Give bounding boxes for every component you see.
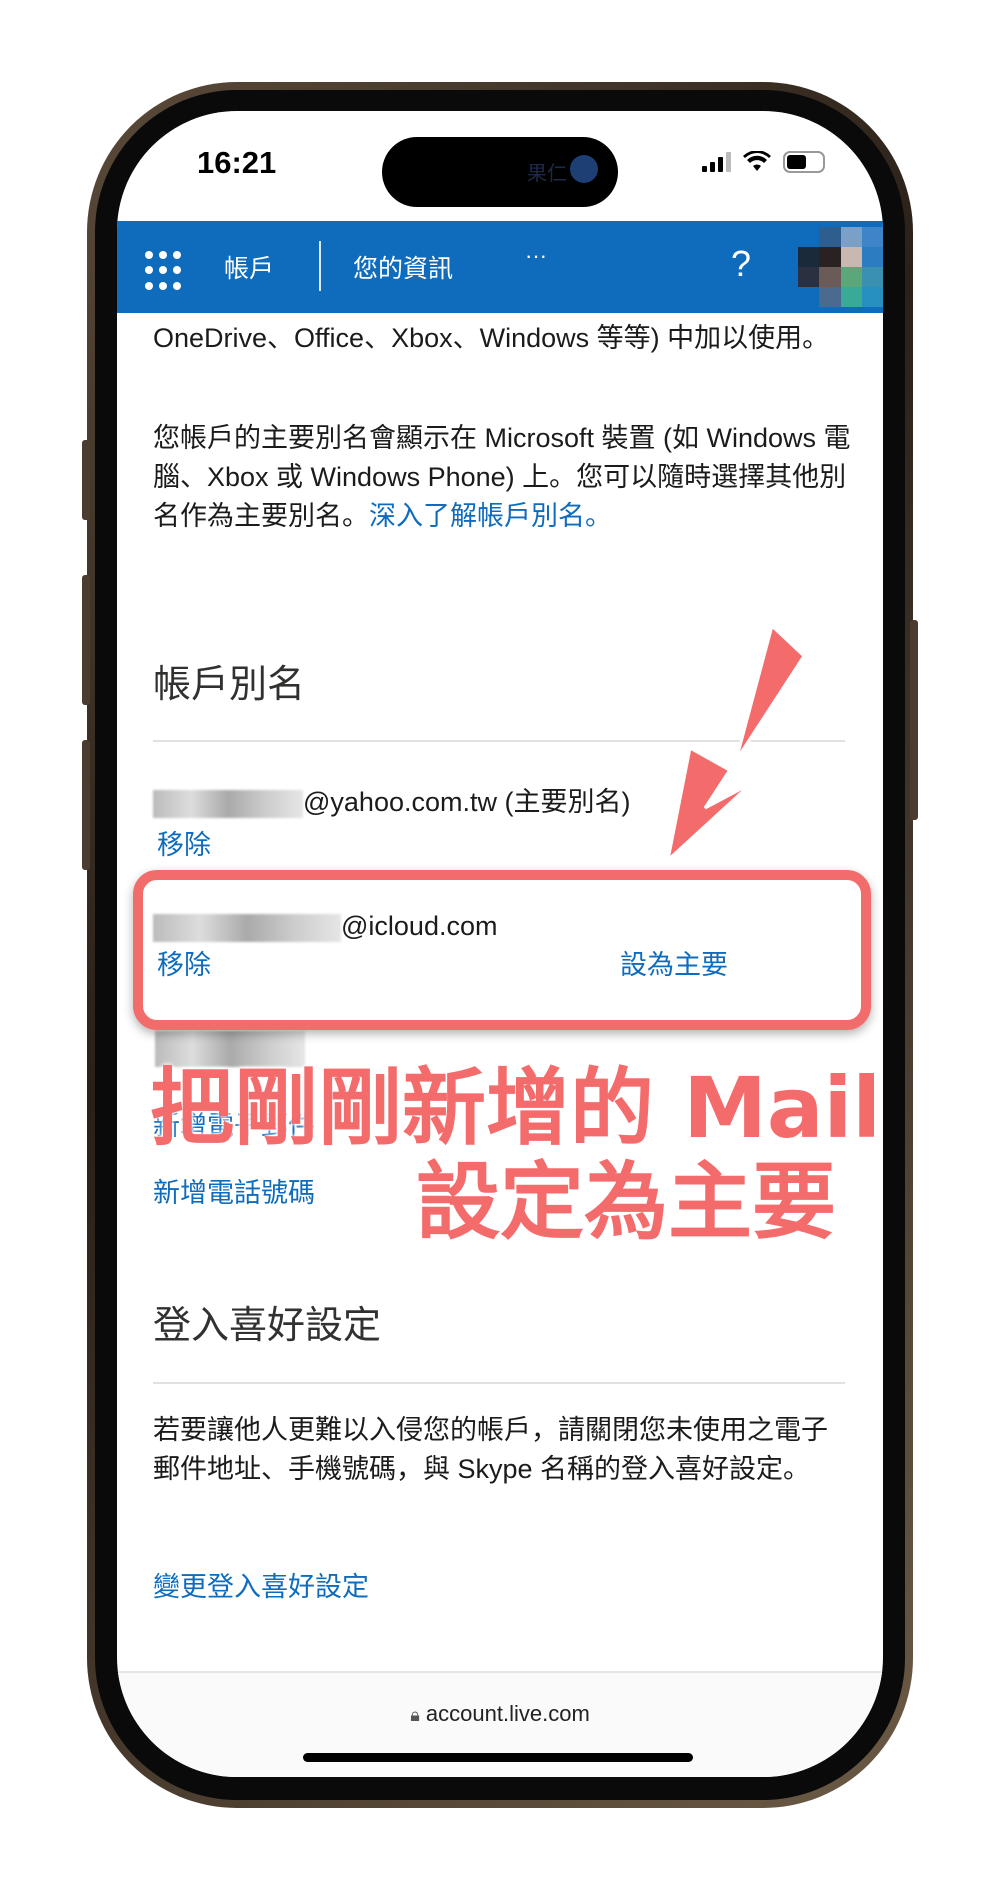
annotation-line-1: 把剛剛新增的 Mail (150, 1059, 882, 1157)
arrow-icon (665, 623, 806, 865)
annotation-line-2: 設定為主要 (416, 1153, 837, 1251)
